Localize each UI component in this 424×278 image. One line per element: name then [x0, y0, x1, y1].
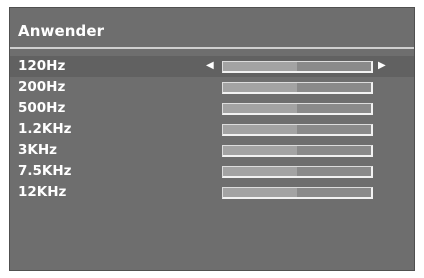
equalizer-panel: Anwender 120Hz ◀ ▶ 200Hz 500Hz 1.2KHz 3K…: [9, 7, 415, 271]
band-slider-fill: [223, 188, 297, 197]
band-slider-fill: [223, 125, 297, 134]
band-slider[interactable]: [222, 103, 373, 115]
band-slider-fill: [223, 104, 297, 113]
band-slider[interactable]: [222, 61, 373, 73]
band-row-12khz[interactable]: 12KHz: [10, 182, 414, 203]
band-label: 12KHz: [18, 184, 67, 200]
band-row-500hz[interactable]: 500Hz: [10, 98, 414, 119]
band-slider[interactable]: [222, 166, 373, 178]
band-label: 7.5KHz: [18, 163, 72, 179]
arrow-left-icon[interactable]: ◀: [206, 58, 214, 74]
band-row-3khz[interactable]: 3KHz: [10, 140, 414, 161]
band-slider-fill: [223, 146, 297, 155]
band-row-1-2khz[interactable]: 1.2KHz: [10, 119, 414, 140]
band-slider[interactable]: [222, 82, 373, 94]
band-slider-fill: [223, 167, 297, 176]
band-label: 200Hz: [18, 79, 66, 95]
band-slider[interactable]: [222, 124, 373, 136]
band-row-7-5khz[interactable]: 7.5KHz: [10, 161, 414, 182]
band-row-200hz[interactable]: 200Hz: [10, 77, 414, 98]
panel-title: Anwender: [18, 22, 105, 40]
band-slider-fill: [223, 62, 297, 71]
band-slider[interactable]: [222, 187, 373, 199]
band-slider[interactable]: [222, 145, 373, 157]
title-divider: [10, 47, 414, 49]
band-label: 3KHz: [18, 142, 58, 158]
band-slider-fill: [223, 83, 297, 92]
band-row-120hz[interactable]: 120Hz ◀ ▶: [10, 56, 414, 77]
band-label: 120Hz: [18, 58, 66, 74]
band-label: 1.2KHz: [18, 121, 72, 137]
arrow-right-icon[interactable]: ▶: [378, 58, 386, 74]
band-label: 500Hz: [18, 100, 66, 116]
